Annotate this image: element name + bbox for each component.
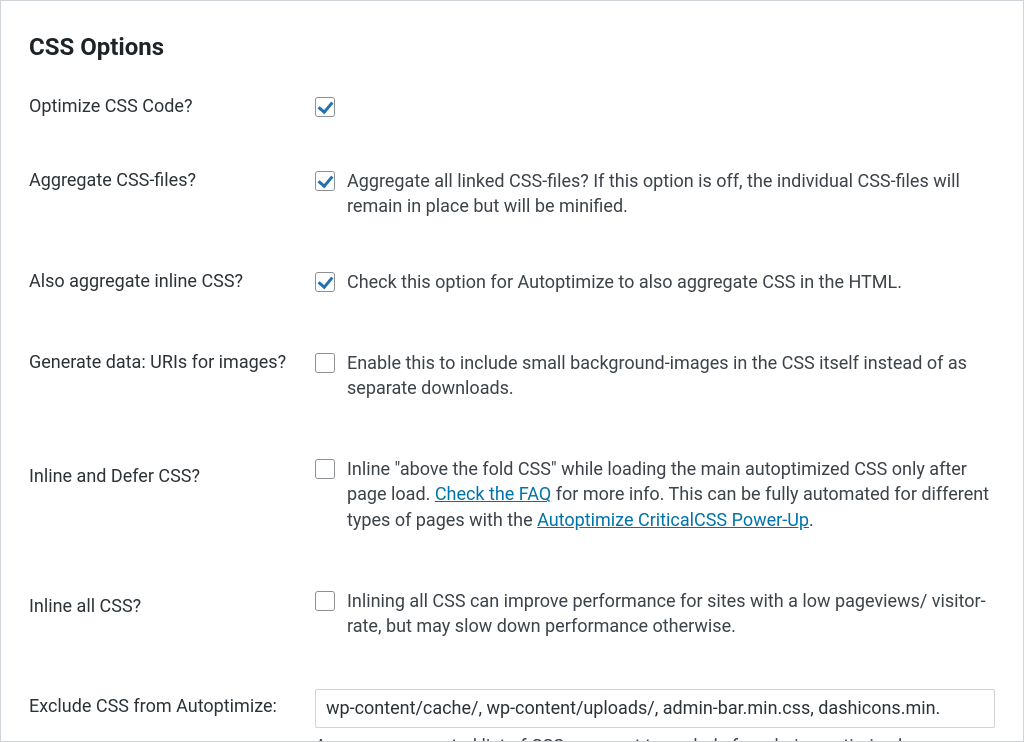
checkbox-data-uris[interactable] xyxy=(315,353,335,373)
desc-data-uris: Enable this to include small background-… xyxy=(347,351,995,401)
label-inline-defer: Inline and Defer CSS? xyxy=(29,457,315,489)
field-aggregate-inline: Check this option for Autoptimize to als… xyxy=(315,270,995,295)
row-aggregate-inline: Also aggregate inline CSS? Check this op… xyxy=(29,270,995,295)
field-data-uris: Enable this to include small background-… xyxy=(315,351,995,401)
label-inline-all: Inline all CSS? xyxy=(29,589,315,619)
link-check-faq[interactable]: Check the FAQ xyxy=(435,484,551,505)
desc-inline-defer: Inline "above the fold CSS" while loadin… xyxy=(347,457,995,533)
field-optimize-css xyxy=(315,95,995,117)
input-exclude-css[interactable] xyxy=(315,689,995,728)
label-data-uris: Generate data: URIs for images? xyxy=(29,351,315,375)
desc-inline-defer-post: . xyxy=(809,510,814,531)
desc-aggregate-inline: Check this option for Autoptimize to als… xyxy=(347,270,995,295)
field-inline-all: Inlining all CSS can improve performance… xyxy=(315,589,995,639)
checkbox-optimize-css[interactable] xyxy=(315,97,335,117)
row-aggregate-css: Aggregate CSS-files? Aggregate all linke… xyxy=(29,169,995,219)
link-criticalcss-powerup[interactable]: Autoptimize CriticalCSS Power-Up xyxy=(537,510,809,531)
field-aggregate-css: Aggregate all linked CSS-files? If this … xyxy=(315,169,995,219)
label-exclude-css: Exclude CSS from Autoptimize: xyxy=(29,689,315,719)
checkbox-inline-defer[interactable] xyxy=(315,459,335,479)
css-options-panel: CSS Options Optimize CSS Code? Aggregate… xyxy=(0,0,1024,742)
row-inline-defer: Inline and Defer CSS? Inline "above the … xyxy=(29,457,995,533)
desc-aggregate-css: Aggregate all linked CSS-files? If this … xyxy=(347,169,995,219)
label-optimize-css: Optimize CSS Code? xyxy=(29,95,315,119)
label-aggregate-inline: Also aggregate inline CSS? xyxy=(29,270,315,294)
desc-inline-all: Inlining all CSS can improve performance… xyxy=(347,589,995,639)
checkbox-aggregate-css[interactable] xyxy=(315,171,335,191)
help-exclude-css: A comma-separated list of CSS you want t… xyxy=(315,734,995,742)
panel-title: CSS Options xyxy=(29,33,995,61)
field-exclude-css: A comma-separated list of CSS you want t… xyxy=(315,689,995,742)
checkbox-inline-all[interactable] xyxy=(315,591,335,611)
row-inline-all: Inline all CSS? Inlining all CSS can imp… xyxy=(29,589,995,639)
row-optimize-css: Optimize CSS Code? xyxy=(29,95,995,119)
field-inline-defer: Inline "above the fold CSS" while loadin… xyxy=(315,457,995,533)
checkbox-aggregate-inline[interactable] xyxy=(315,272,335,292)
row-exclude-css: Exclude CSS from Autoptimize: A comma-se… xyxy=(29,689,995,742)
row-data-uris: Generate data: URIs for images? Enable t… xyxy=(29,351,995,401)
label-aggregate-css: Aggregate CSS-files? xyxy=(29,169,315,193)
